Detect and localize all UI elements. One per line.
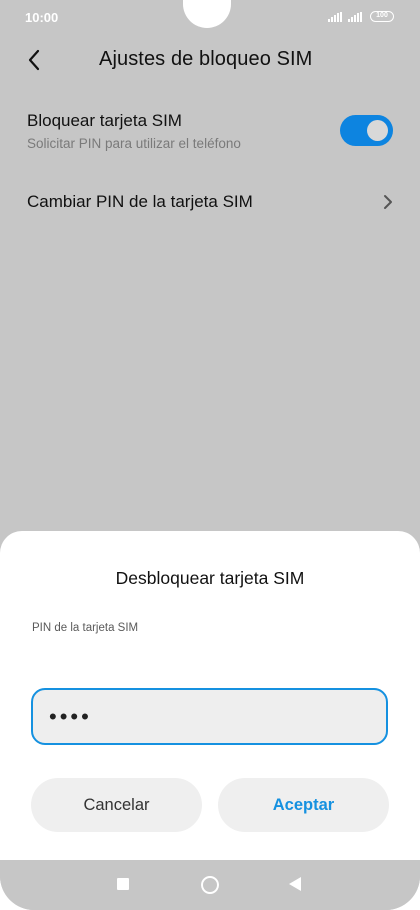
- pin-input[interactable]: ••••: [31, 688, 388, 745]
- toggle-knob: [367, 120, 388, 141]
- cancel-button[interactable]: Cancelar: [31, 778, 202, 832]
- camera-notch: [183, 0, 231, 28]
- status-bar: 10:00 100: [0, 0, 420, 36]
- signal-icon: [328, 12, 342, 22]
- dialog-title: Desbloquear tarjeta SIM: [115, 568, 305, 588]
- unlock-sim-dialog: Desbloquear tarjeta SIM PIN de la tarjet…: [0, 531, 420, 860]
- lock-sim-title: Bloquear tarjeta SIM: [27, 111, 182, 130]
- battery-icon: 100: [370, 11, 394, 22]
- recent-apps-icon[interactable]: [117, 878, 129, 890]
- lock-sim-toggle[interactable]: [340, 115, 393, 146]
- back-icon[interactable]: [289, 877, 301, 891]
- status-time: 10:00: [25, 10, 59, 25]
- lock-sim-subtitle: Solicitar PIN para utilizar el teléfono: [27, 136, 241, 151]
- pin-field-label: PIN de la tarjeta SIM: [32, 622, 139, 634]
- chevron-right-icon: [384, 195, 392, 209]
- signal-icon-2: [348, 12, 362, 22]
- change-pin-title: Cambiar PIN de la tarjeta SIM: [27, 192, 253, 211]
- back-chevron-icon[interactable]: [24, 48, 48, 72]
- home-icon[interactable]: [201, 876, 219, 894]
- phone-screen: 10:00 100 Ajustes de bloqueo SIM Bloquea…: [0, 0, 420, 910]
- page-title: Ajustes de bloqueo SIM: [99, 48, 313, 70]
- navigation-bar: [0, 860, 420, 910]
- accept-button[interactable]: Aceptar: [218, 778, 389, 832]
